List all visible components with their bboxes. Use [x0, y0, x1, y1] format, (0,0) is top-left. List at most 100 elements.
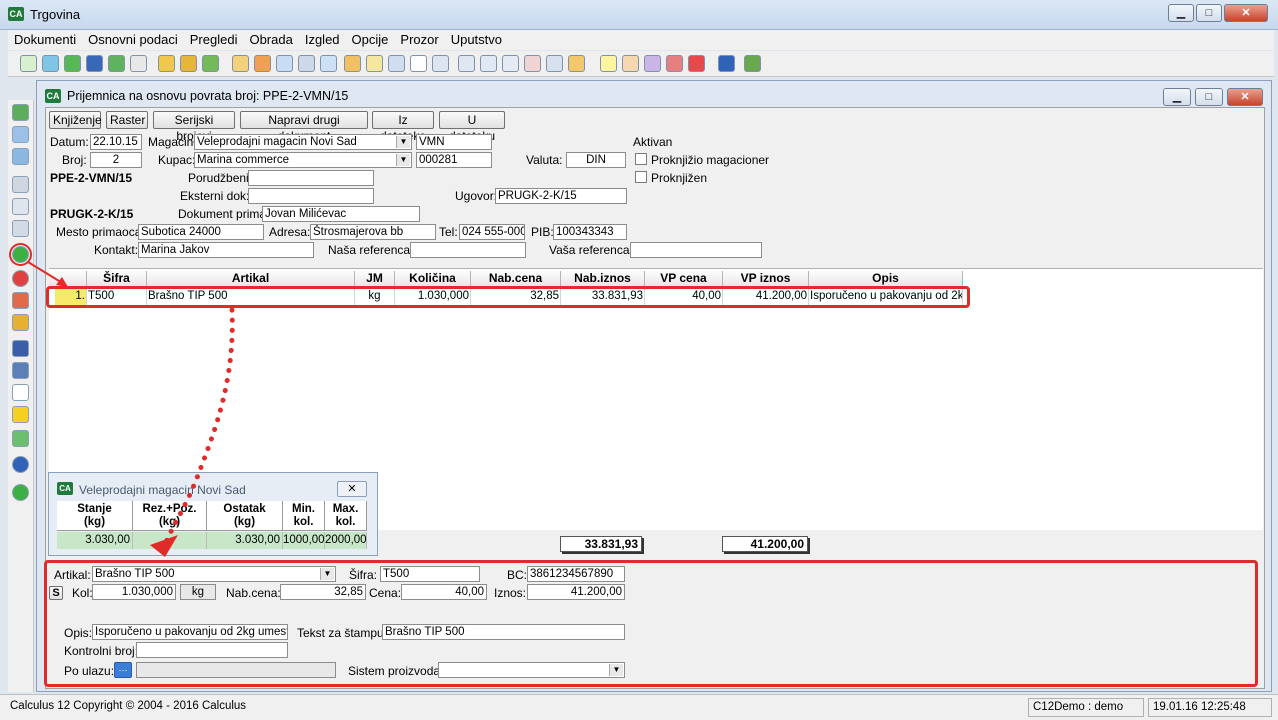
- table-icon[interactable]: [432, 55, 449, 72]
- layout-icon[interactable]: [12, 148, 29, 165]
- preview-icon[interactable]: [12, 198, 29, 215]
- export-icon[interactable]: [108, 55, 125, 72]
- close-button[interactable]: ✕: [1224, 4, 1268, 22]
- cena-field[interactable]: 40,00: [401, 584, 487, 600]
- bc-field[interactable]: 3861234567890: [527, 566, 625, 582]
- chevron-down-icon[interactable]: ▼: [396, 136, 410, 148]
- raster-button[interactable]: Raster: [106, 111, 148, 129]
- expand-icon[interactable]: [12, 430, 29, 447]
- nabcena-field[interactable]: 32,85: [280, 584, 366, 600]
- doc-close-button[interactable]: ✕: [1227, 88, 1263, 106]
- popup-close-icon[interactable]: ✕: [337, 481, 367, 497]
- kontakt-field[interactable]: Marina Jakov: [138, 242, 314, 258]
- mesto-field[interactable]: Subotica 24000: [138, 224, 264, 240]
- save-record-icon[interactable]: [12, 104, 29, 121]
- transfer-icon[interactable]: [180, 55, 197, 72]
- tools-icon[interactable]: [12, 220, 29, 237]
- pen-icon[interactable]: [254, 55, 271, 72]
- column-header-no[interactable]: [49, 271, 87, 287]
- maximize-button[interactable]: □: [1196, 4, 1222, 22]
- menu-uputstvo[interactable]: Uputstvo: [445, 30, 508, 49]
- proknjizio-checkbox[interactable]: [635, 153, 647, 165]
- refresh-icon[interactable]: [64, 55, 81, 72]
- sum-icon[interactable]: [410, 55, 427, 72]
- dialog-icon[interactable]: [388, 55, 405, 72]
- sort-icon[interactable]: [12, 384, 29, 401]
- adresa-field[interactable]: Štrosmajerova bb: [310, 224, 436, 240]
- minimize-button[interactable]: ▁: [1168, 4, 1194, 22]
- edit-icon[interactable]: [12, 314, 29, 331]
- settings-icon[interactable]: [644, 55, 661, 72]
- edit-doc-icon[interactable]: [232, 55, 249, 72]
- kupac-select[interactable]: Marina commerce ▼: [194, 152, 412, 168]
- sistem-select[interactable]: ▼: [438, 662, 625, 678]
- column-header-vp-iznos[interactable]: VP iznos: [723, 271, 809, 287]
- u-datoteku-button[interactable]: U datoteku: [439, 111, 505, 143]
- iz-datoteke-button[interactable]: Iz datoteke: [372, 111, 434, 143]
- ruby-icon[interactable]: [688, 55, 705, 72]
- chevron-down-icon[interactable]: ▼: [320, 568, 334, 580]
- valuta-field[interactable]: DIN: [566, 152, 626, 168]
- serijski-brojevi-button[interactable]: Serijski brojevi: [153, 111, 235, 143]
- eksterni-field[interactable]: [248, 188, 374, 204]
- list-icon[interactable]: [344, 55, 361, 72]
- kol-field[interactable]: 1.030,000: [92, 584, 176, 600]
- column-header-opis[interactable]: Opis: [809, 271, 963, 287]
- report-icon[interactable]: [524, 55, 541, 72]
- dokument-prima-field[interactable]: Jovan Milićevac: [262, 206, 420, 222]
- menu-prozor[interactable]: Prozor: [394, 30, 444, 49]
- bulb-icon[interactable]: [600, 55, 617, 72]
- artikal-select[interactable]: Brašno TIP 500 ▼: [92, 566, 336, 582]
- doc-maximize-button[interactable]: □: [1195, 88, 1223, 106]
- lookup-icon[interactable]: ⋯: [114, 662, 132, 678]
- ugovor-field[interactable]: PRUGK-2-K/15: [495, 188, 627, 204]
- column-header-kolicina[interactable]: Količina: [395, 271, 471, 287]
- forward-icon[interactable]: [86, 55, 103, 72]
- menu-osnovni-podaci[interactable]: Osnovni podaci: [82, 30, 184, 49]
- chevron-down-icon[interactable]: ▼: [396, 154, 410, 166]
- binoculars-icon[interactable]: [12, 340, 29, 357]
- chevron-down-icon[interactable]: ▼: [609, 664, 623, 676]
- printer-icon[interactable]: [12, 176, 29, 193]
- find-next-icon[interactable]: [12, 362, 29, 379]
- tel-field[interactable]: 024 555-000: [459, 224, 525, 240]
- calculator-icon[interactable]: [666, 55, 683, 72]
- proknjizen-checkbox[interactable]: [635, 171, 647, 183]
- tekst-field[interactable]: Brašno TIP 500: [382, 624, 625, 640]
- new-document-icon[interactable]: [20, 55, 37, 72]
- undo-icon[interactable]: [12, 292, 29, 309]
- form-icon[interactable]: [12, 126, 29, 143]
- add-row-icon[interactable]: [9, 243, 32, 266]
- broj-field[interactable]: 2: [90, 152, 142, 168]
- menu-obrada[interactable]: Obrada: [243, 30, 298, 49]
- menu-dokumenti[interactable]: Dokumenti: [8, 30, 82, 49]
- menu-pregledi[interactable]: Pregledi: [184, 30, 244, 49]
- column-header-vp-cena[interactable]: VP cena: [645, 271, 723, 287]
- napravi-dokument-button[interactable]: Napravi drugi dokument: [240, 111, 368, 143]
- filter-icon[interactable]: [12, 406, 29, 423]
- kupac-code-field[interactable]: 000281: [416, 152, 492, 168]
- kontrolni-field[interactable]: [136, 642, 288, 658]
- magacin-select[interactable]: Veleprodajni magacin Novi Sad ▼: [194, 134, 412, 150]
- column-header-sifra[interactable]: Šifra: [87, 271, 147, 287]
- write-icon[interactable]: [276, 55, 293, 72]
- doc-list-icon[interactable]: [568, 55, 585, 72]
- copy-icon[interactable]: [366, 55, 383, 72]
- open-icon[interactable]: [42, 55, 59, 72]
- magacin-code-field[interactable]: VMN: [416, 134, 492, 150]
- menu-izgled[interactable]: Izgled: [299, 30, 346, 49]
- pib-field[interactable]: 100343343: [553, 224, 627, 240]
- notes-icon[interactable]: [130, 55, 147, 72]
- datum-field[interactable]: 22.10.15: [90, 134, 142, 150]
- exit-icon[interactable]: [744, 55, 761, 72]
- tag-icon[interactable]: [622, 55, 639, 72]
- menu-opcije[interactable]: Opcije: [346, 30, 395, 49]
- go-icon[interactable]: [12, 484, 29, 501]
- columns-icon[interactable]: [458, 55, 475, 72]
- book-icon[interactable]: [298, 55, 315, 72]
- print-preview-icon[interactable]: [546, 55, 563, 72]
- save-icon[interactable]: [320, 55, 337, 72]
- windows-icon[interactable]: [502, 55, 519, 72]
- delete-row-icon[interactable]: [12, 270, 29, 287]
- s-button[interactable]: S: [49, 586, 63, 600]
